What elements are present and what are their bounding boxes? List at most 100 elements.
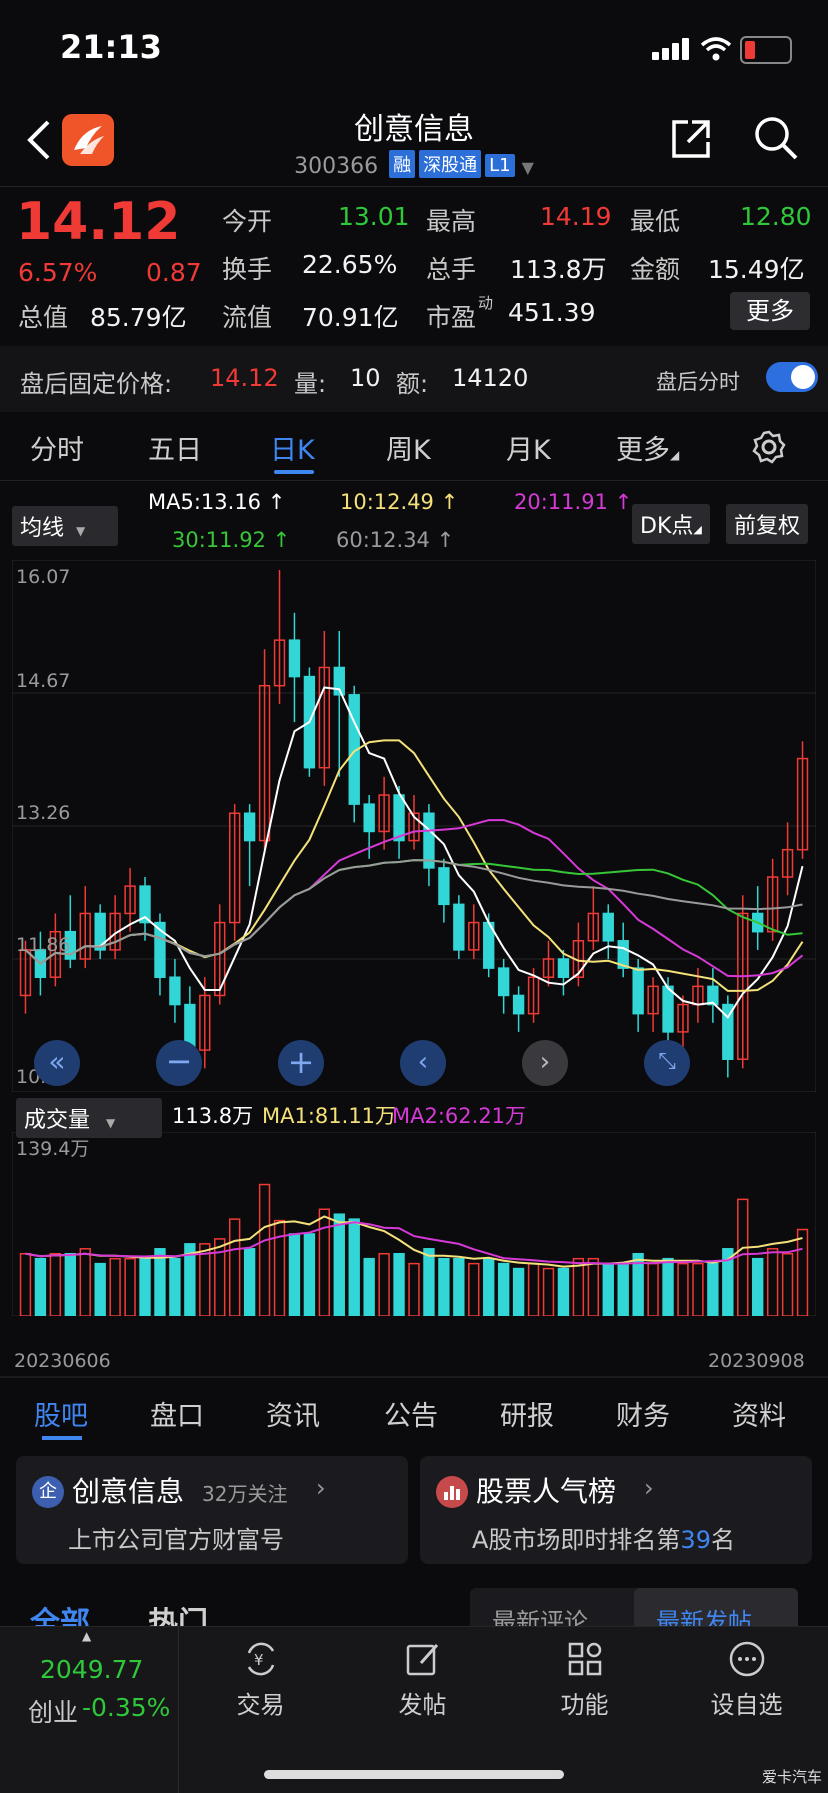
volume-bar [497,1262,510,1316]
tab-more[interactable]: 更多◢ [616,428,679,467]
volume-bar [512,1267,525,1316]
volume-chart[interactable] [12,1132,816,1316]
more-button[interactable]: 更多 [730,292,810,330]
candle-body [453,903,465,951]
volume-bar [483,1257,495,1316]
ma30-value: 30:11.92 [172,528,266,552]
tab-monthly-k[interactable]: 月K [506,428,551,467]
card-desc: 上市公司官方财富号 [68,1526,284,1554]
ma10-value: 10:12.49 [340,490,434,514]
tab-research[interactable]: 研报 [500,1394,554,1433]
fullscreen-icon[interactable]: ⤡ [644,1040,690,1086]
tab-intraday[interactable]: 分时 [30,428,84,467]
dk-point-button[interactable]: DK点◢ [632,504,710,544]
tag-level: L1 [485,154,515,177]
volume-bar [318,1208,331,1316]
tab-news[interactable]: 资讯 [266,1394,320,1433]
open-label: 今开 [222,207,273,236]
candle-body [169,976,181,1006]
index-change: -0.35% [82,1693,171,1722]
tab-announcements[interactable]: 公告 [384,1394,438,1433]
open-value: 13.01 [338,202,410,231]
after-hours-toggle[interactable] [766,362,818,392]
index-value: 2049.77 [40,1655,144,1684]
bar-chart-icon [436,1476,468,1508]
tab-financials[interactable]: 财务 [616,1394,670,1433]
candle-body [497,967,510,997]
volume-bar [692,1262,704,1316]
yuan-exchange-icon: ¥ [247,1642,274,1676]
volume-bar [303,1233,316,1316]
rank-suffix: 名 [710,1526,735,1554]
pe-label: 市盈 [426,303,477,332]
card-title: 创意信息 [72,1475,185,1508]
ma10-label: 10:12.49 ↑ [340,490,459,514]
settings-gear-icon[interactable] [752,430,786,464]
tabbar-label: 功能 [560,1691,609,1719]
current-price: 14.12 [16,192,181,252]
zoom-in-icon[interactable]: + [278,1040,324,1086]
volume-bar [527,1262,540,1316]
adjust-button[interactable]: 前复权 [726,504,809,544]
after-hours-vol: 10 [350,364,381,392]
volume-bar [766,1248,779,1316]
volume-bar [453,1257,465,1316]
volume-bar [781,1252,794,1316]
tab-orderbook[interactable]: 盘口 [150,1394,204,1433]
volume-bar [64,1252,76,1316]
volume-bar [273,1219,286,1316]
scroll-left-icon[interactable]: ‹ [400,1040,446,1086]
volume-bar [139,1257,151,1316]
tabbar-trade[interactable]: ¥ 交易 [178,1627,343,1720]
price-axis-4: 11.86 [16,934,71,956]
ma5-value: MA5:13.16 [148,490,262,514]
chevron-right-icon: › [644,1474,654,1502]
popularity-rank-card[interactable]: 股票人气榜 › A股市场即时排名第39名 [420,1456,812,1564]
ma20-label: 20:11.91 ↑ [514,490,633,514]
tabbar-post[interactable]: 发帖 [340,1627,505,1720]
ma-selector[interactable]: 均线 ▼ [12,506,118,546]
scroll-right-icon[interactable]: › [522,1040,568,1086]
date-end: 20230908 [708,1350,805,1372]
low-value: 12.80 [740,202,812,231]
zoom-out-icon[interactable]: − [156,1040,202,1086]
chevron-down-icon[interactable]: ▼ [522,158,534,177]
after-hours-label: 盘后固定价格: [20,370,173,398]
after-hours-bar: 盘后固定价格: 14.12 量: 10 额: 14120 盘后分时 [0,346,828,412]
candlestick-chart[interactable] [12,560,816,1092]
tab-five-day[interactable]: 五日 [148,428,202,467]
high-value: 14.19 [540,202,612,231]
tab-forum[interactable]: 股吧 [34,1394,88,1433]
change-amount: 0.87 [146,258,202,287]
ma60-label: 60:12.34 ↑ [336,528,455,552]
index-ticker[interactable]: ▲ 2049.77 创业 -0.35% [0,1627,179,1793]
volume-ma2-line [25,1221,803,1265]
after-hours-toggle-label: 盘后分时 [656,370,740,394]
company-account-card[interactable]: 企 创意信息 32万关注 › 上市公司官方财富号 [16,1456,408,1564]
chevron-down-icon: ▼ [106,1116,116,1130]
after-hours-amt-label: 额: [396,370,429,398]
volume-bar [602,1262,614,1316]
volume-bar [557,1267,570,1316]
rewind-icon[interactable]: « [34,1040,80,1086]
candle-body [632,967,644,1015]
tab-profile[interactable]: 资料 [732,1394,786,1433]
chevron-down-icon: ▼ [76,524,86,538]
volume-bar [752,1257,764,1316]
tab-weekly-k[interactable]: 周K [386,428,431,467]
float-value: 70.91亿 [302,303,399,332]
search-icon[interactable] [752,114,800,162]
tabbar-functions[interactable]: 功能 [502,1627,667,1720]
battery-icon [740,36,792,64]
volume-ma1: MA1:81.11万 [262,1104,397,1128]
volume-bar [169,1257,181,1316]
price-axis-2: 14.67 [16,670,71,692]
volume-bar [333,1213,345,1316]
tabbar-watchlist[interactable]: 设自选 [664,1627,828,1720]
tab-daily-k[interactable]: 日K [270,428,315,467]
share-icon[interactable] [668,116,714,162]
candle-body [243,812,256,842]
candle-body [662,985,674,1033]
volume-bar [348,1218,360,1316]
tab-more-label: 更多 [616,435,670,466]
